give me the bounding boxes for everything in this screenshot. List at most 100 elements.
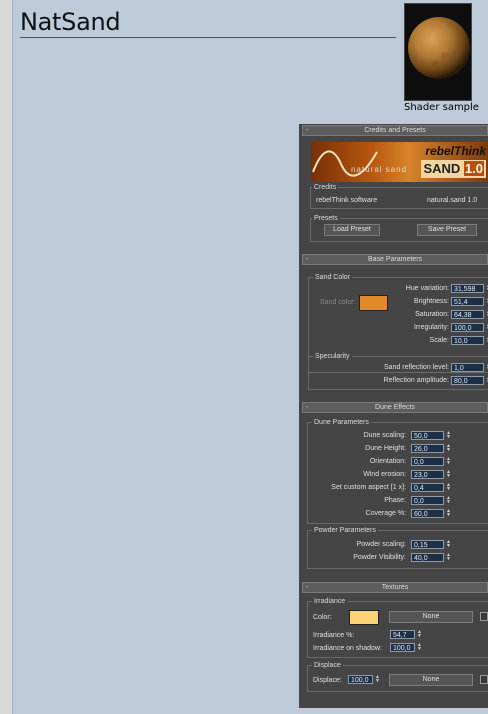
powder-scaling-label: Powder scaling: [356, 541, 406, 548]
credits-product: natural.sand 1.0 [427, 197, 478, 204]
rollout-dune-header[interactable]: - Dune Effects [302, 402, 488, 413]
powder-visibility-input[interactable]: 40,0 [411, 553, 444, 562]
displace-map-toggle[interactable] [480, 675, 488, 684]
minus-icon[interactable]: - [306, 126, 308, 135]
custom-aspect-label: Set custom aspect [1 x]: [331, 484, 406, 491]
page-title: NatSand [20, 8, 121, 36]
displace-input[interactable]: 100,0 [348, 675, 373, 684]
spinner-arrows-icon[interactable]: ▲▼ [446, 470, 451, 479]
reflection-amplitude-input[interactable]: 80,0 [451, 376, 484, 385]
dune-scaling-input[interactable]: 50,0 [411, 431, 444, 440]
saturation-label: Saturation: [415, 311, 449, 318]
irradiance-shadow-input[interactable]: 100,0 [390, 643, 415, 652]
irradiance-pct-input[interactable]: 54,7 [390, 630, 415, 639]
dune-scaling-label: Dune scaling: [363, 432, 406, 439]
irradiance-map-toggle[interactable] [480, 612, 488, 621]
irradiance-pct-label: Irradiance %: [313, 632, 355, 639]
spinner-arrows-icon[interactable]: ▲▼ [446, 496, 451, 505]
load-preset-button[interactable]: Load Preset [324, 224, 380, 236]
shader-parameters-panel: - Credits and Presets rebelThink natural… [299, 124, 488, 708]
title-divider [20, 37, 396, 38]
irradiance-group-label: Irradiance [312, 597, 348, 606]
credits-group-label: Credits [312, 183, 339, 192]
irradiance-color-label: Color: [313, 614, 332, 621]
minus-icon[interactable]: - [306, 583, 308, 592]
sand-reflection-level-label: Sand reflection level: [384, 364, 449, 371]
left-edge-bar [0, 0, 13, 714]
spinner-arrows-icon[interactable]: ▲▼ [446, 553, 451, 562]
rollout-credits-title: Credits and Presets [364, 127, 426, 134]
specularity-group: Specularity Sand reflection level: 1,0 ▲… [308, 352, 488, 390]
hue-variation-label: Hue variation: [405, 285, 449, 292]
wave-logo-icon [312, 150, 378, 177]
brightness-input[interactable]: 51,4 [451, 297, 484, 306]
rollout-base-header[interactable]: - Base Parameters [302, 254, 488, 265]
spinner-arrows-icon[interactable]: ▲▼ [417, 643, 422, 652]
orientation-input[interactable]: 0,0 [411, 457, 444, 466]
rollout-credits-header[interactable]: - Credits and Presets [302, 125, 488, 136]
rollout-textures-title: Textures [381, 584, 409, 591]
irradiance-shadow-label: Irradiance on shadow: [313, 645, 382, 652]
dune-height-input[interactable]: 26,0 [411, 444, 444, 453]
displace-label: Displace: [313, 677, 342, 684]
logo-version: 1.0 [463, 161, 484, 176]
saturation-input[interactable]: 64,38 [451, 310, 484, 319]
rollout-textures-header[interactable]: - Textures [302, 582, 488, 593]
phase-input[interactable]: 0,0 [411, 496, 444, 505]
rollout-base-title: Base Parameters [367, 256, 423, 263]
logo-subtitle: natural sand [351, 165, 408, 174]
powder-parameters-group: Powder Parameters Powder scaling: 0,15 ▲… [307, 526, 488, 569]
irradiance-group: Irradiance Color: None Irradiance %: 54,… [307, 597, 488, 658]
presets-group-label: Presets [312, 214, 340, 223]
logo-product: SAND 1.0 [421, 160, 486, 178]
custom-aspect-input[interactable]: 0,4 [411, 483, 444, 492]
dune-parameters-group-label: Dune Parameters [312, 418, 371, 427]
spinner-arrows-icon[interactable]: ▲▼ [446, 457, 451, 466]
displace-group: Displace Displace: 100,0 ▲ ▼ None [307, 661, 488, 692]
minus-icon[interactable]: - [306, 255, 308, 264]
reflection-amplitude-label: Reflection amplitude: [383, 377, 449, 384]
rollout-dune-title: Dune Effects [375, 404, 415, 411]
phase-label: Phase: [384, 497, 406, 504]
spinner-arrows-icon[interactable]: ▲▼ [446, 540, 451, 549]
powder-parameters-group-label: Powder Parameters [312, 526, 378, 535]
hue-variation-input[interactable]: 31,598 [451, 284, 484, 293]
logo-product-name: SAND [423, 161, 461, 176]
spinner-arrows-icon[interactable]: ▲▼ [446, 509, 451, 518]
save-preset-button[interactable]: Save Preset [417, 224, 477, 236]
orientation-label: Orientation: [369, 458, 406, 465]
irregularity-input[interactable]: 100,0 [451, 323, 484, 332]
wind-erosion-label: Wind erosion: [363, 471, 406, 478]
shader-sample-caption: Shader sample [404, 102, 479, 113]
dune-parameters-group: Dune Parameters Dune scaling: 50,0 ▲ ▼ Du… [307, 418, 488, 524]
spinner-arrows-icon[interactable]: ▲▼ [446, 431, 451, 440]
spinner-arrows-icon[interactable]: ▲▼ [446, 483, 451, 492]
irradiance-color-swatch[interactable] [349, 610, 379, 625]
sand-sphere-icon [405, 4, 471, 100]
dune-height-label: Dune Height: [365, 445, 406, 452]
credits-company: rebelThink software [316, 197, 378, 204]
scale-input[interactable]: 10,0 [451, 336, 484, 345]
scale-label: Scale: [429, 337, 449, 344]
sand-color-label: Sand color: [320, 299, 356, 306]
displace-map-button[interactable]: None [389, 674, 473, 686]
sand-reflection-level-input[interactable]: 1,0 [451, 363, 484, 372]
spinner-arrows-icon[interactable]: ▲▼ [446, 444, 451, 453]
coverage-label: Coverage %: [365, 510, 406, 517]
sand-color-group-label: Sand Color [313, 273, 353, 282]
minus-icon[interactable]: - [306, 403, 308, 412]
logo-brand: rebelThink [425, 144, 486, 158]
specularity-group-label: Specularity [313, 352, 352, 361]
wind-erosion-input[interactable]: 23,0 [411, 470, 444, 479]
powder-visibility-label: Powder Visibility: [353, 554, 406, 561]
credits-group: Credits rebelThink software natural.sand… [310, 183, 488, 209]
brightness-label: Brightness: [413, 298, 449, 305]
presets-group: Presets Load Preset Save Preset [310, 214, 488, 242]
irradiance-map-button[interactable]: None [389, 611, 473, 623]
shader-sample-image [404, 3, 472, 101]
spinner-arrows-icon[interactable]: ▲▼ [417, 630, 422, 639]
powder-scaling-input[interactable]: 0,15 [411, 540, 444, 549]
spinner-arrows-icon[interactable]: ▲▼ [375, 675, 380, 684]
coverage-input[interactable]: 60,0 [411, 509, 444, 518]
rebelthink-logo-banner: rebelThink natural sand SAND 1.0 [311, 142, 488, 182]
